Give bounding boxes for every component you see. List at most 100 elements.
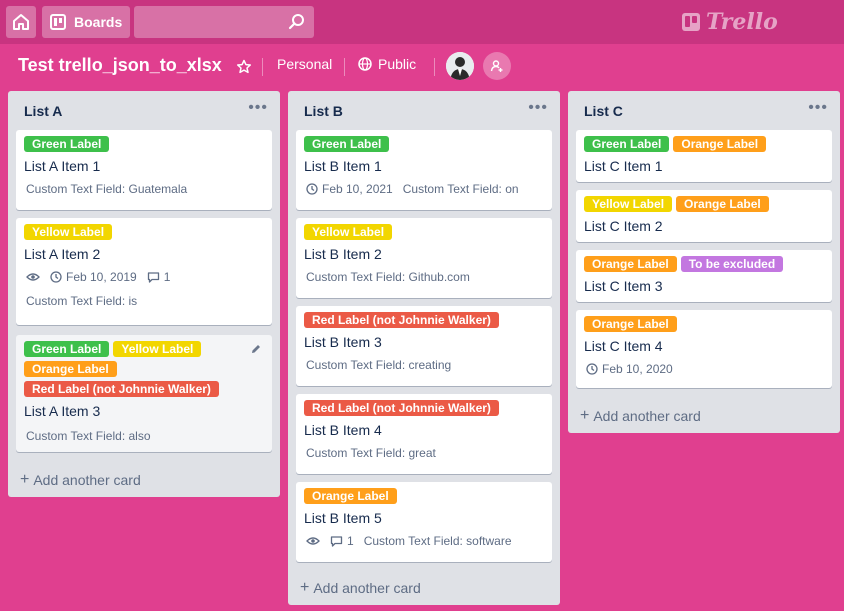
label-orange[interactable]: Orange Label [673, 136, 767, 152]
list-title[interactable]: List C [584, 103, 623, 119]
label-yellow[interactable]: Yellow Label [113, 341, 202, 357]
card-badges: Feb 10, 2021 Custom Text Field: on [304, 182, 544, 196]
search-input[interactable] [134, 6, 284, 38]
avatar[interactable] [446, 52, 474, 80]
user-photo-icon [446, 52, 474, 80]
label-purple[interactable]: To be excluded [680, 256, 784, 272]
card-labels: Green Label Orange Label [584, 136, 824, 152]
card-title: List B Item 1 [304, 158, 382, 174]
add-card-button[interactable]: + Add another card [20, 471, 141, 489]
custom-field: Custom Text Field: is [26, 294, 138, 308]
card-labels: Green Label [304, 136, 544, 152]
card-labels: Orange Label To be excluded [584, 256, 824, 272]
header-divider [344, 58, 345, 76]
due-date-badge[interactable]: Feb 10, 2021 [306, 182, 393, 196]
board-header: Test trello_json_to_xlsx Personal Public [0, 48, 844, 86]
label-green[interactable]: Green Label [304, 136, 390, 152]
star-icon[interactable] [236, 59, 252, 75]
due-date-badge[interactable]: Feb 10, 2019 [50, 270, 137, 284]
card-title: List A Item 2 [24, 246, 101, 262]
plus-icon: + [580, 407, 590, 424]
label-orange[interactable]: Orange Label [304, 488, 397, 504]
card-badges: 1 Custom Text Field: software [304, 534, 544, 548]
invite-button[interactable] [483, 52, 511, 80]
card-title: List B Item 5 [304, 510, 382, 526]
list-menu-icon[interactable]: ••• [528, 99, 548, 117]
card-title: List A Item 1 [24, 158, 101, 174]
custom-field: Custom Text Field: on [402, 182, 519, 196]
header-divider [262, 58, 263, 76]
card[interactable]: Green Label List A Item 1 Custom Text Fi… [16, 130, 272, 210]
label-red[interactable]: Red Label (not Johnnie Walker) [304, 312, 499, 328]
list-title[interactable]: List A [24, 103, 62, 119]
list-menu-icon[interactable]: ••• [808, 99, 828, 117]
card-title: List C Item 1 [584, 158, 663, 174]
card[interactable]: Orange Label List B Item 5 1 Custom Text… [296, 482, 552, 562]
label-orange[interactable]: Orange Label [676, 196, 769, 212]
label-yellow[interactable]: Yellow Label [584, 196, 673, 212]
home-button[interactable] [6, 6, 36, 38]
board-title[interactable]: Test trello_json_to_xlsx [18, 55, 222, 76]
card-title: List C Item 3 [584, 278, 663, 294]
label-green[interactable]: Green Label [24, 136, 110, 152]
custom-field: Custom Text Field: also [26, 429, 151, 443]
search-icon[interactable] [288, 13, 306, 31]
card-title: List A Item 3 [24, 403, 101, 419]
label-orange[interactable]: Orange Label [584, 316, 677, 332]
comments-badge: 1 [330, 534, 354, 548]
card[interactable]: Green Label List B Item 1 Feb 10, 2021 C… [296, 130, 552, 210]
search-box[interactable] [134, 6, 314, 38]
watch-eye-icon [26, 273, 40, 281]
card[interactable]: Green Label Orange Label List C Item 1 [576, 130, 832, 182]
label-orange[interactable]: Orange Label [24, 361, 117, 377]
due-date-badge[interactable]: Feb 10, 2020 [586, 362, 673, 376]
card[interactable]: Red Label (not Johnnie Walker) List B It… [296, 394, 552, 474]
edit-pencil-icon[interactable] [250, 343, 262, 355]
label-red[interactable]: Red Label (not Johnnie Walker) [24, 381, 219, 397]
trello-logo[interactable]: Trello [682, 8, 778, 36]
card[interactable]: Orange Label To be excluded List C Item … [576, 250, 832, 302]
label-orange[interactable]: Orange Label [584, 256, 677, 272]
card-title: List B Item 2 [304, 246, 382, 262]
boards-icon [50, 14, 66, 30]
add-card-button[interactable]: + Add another card [580, 407, 701, 425]
visibility-button[interactable]: Public [358, 56, 416, 72]
card[interactable]: Yellow Label List A Item 2 Feb 10, 2019 … [16, 218, 272, 325]
card[interactable]: Yellow Label List B Item 2 Custom Text F… [296, 218, 552, 298]
list-menu-icon[interactable]: ••• [248, 99, 268, 117]
card[interactable]: Orange Label List C Item 4 Feb 10, 2020 [576, 310, 832, 388]
card[interactable]: Green Label Yellow Label Orange Label Re… [16, 335, 272, 452]
card-labels: Orange Label [304, 488, 544, 504]
due-date: Feb 10, 2021 [322, 182, 393, 196]
list-c[interactable]: List C ••• Green Label Orange Label List… [568, 91, 840, 433]
add-card-button[interactable]: + Add another card [300, 579, 421, 597]
top-nav-bar: Boards Trello [0, 0, 844, 44]
label-red[interactable]: Red Label (not Johnnie Walker) [304, 400, 499, 416]
card-labels: Red Label (not Johnnie Walker) [304, 312, 544, 328]
comment-count: 1 [163, 270, 171, 284]
comments-badge: 1 [147, 270, 171, 284]
label-green[interactable]: Green Label [584, 136, 670, 152]
list-b[interactable]: List B ••• Green Label List B Item 1 Feb… [288, 91, 560, 605]
add-member-icon [490, 60, 503, 72]
card-badges: Feb 10, 2020 [584, 362, 824, 376]
card[interactable]: Red Label (not Johnnie Walker) List B It… [296, 306, 552, 386]
globe-icon [358, 57, 372, 71]
card-labels: Green Label [24, 136, 264, 152]
boards-label: Boards [74, 14, 123, 30]
label-yellow[interactable]: Yellow Label [24, 224, 113, 240]
plus-icon: + [20, 471, 30, 488]
label-yellow[interactable]: Yellow Label [304, 224, 393, 240]
label-green[interactable]: Green Label [24, 341, 110, 357]
boards-button[interactable]: Boards [42, 6, 130, 38]
card-labels: Yellow Label [24, 224, 264, 240]
list-a[interactable]: List A ••• Green Label List A Item 1 Cus… [8, 91, 280, 497]
header-divider [434, 58, 435, 76]
card-title: List C Item 4 [584, 338, 663, 354]
due-date: Feb 10, 2020 [602, 362, 673, 376]
list-title[interactable]: List B [304, 103, 343, 119]
card-labels: Green Label Yellow Label Orange Label Re… [24, 341, 264, 397]
comment-count: 1 [347, 534, 354, 548]
team-button[interactable]: Personal [277, 56, 332, 72]
card[interactable]: Yellow Label Orange Label List C Item 2 [576, 190, 832, 242]
